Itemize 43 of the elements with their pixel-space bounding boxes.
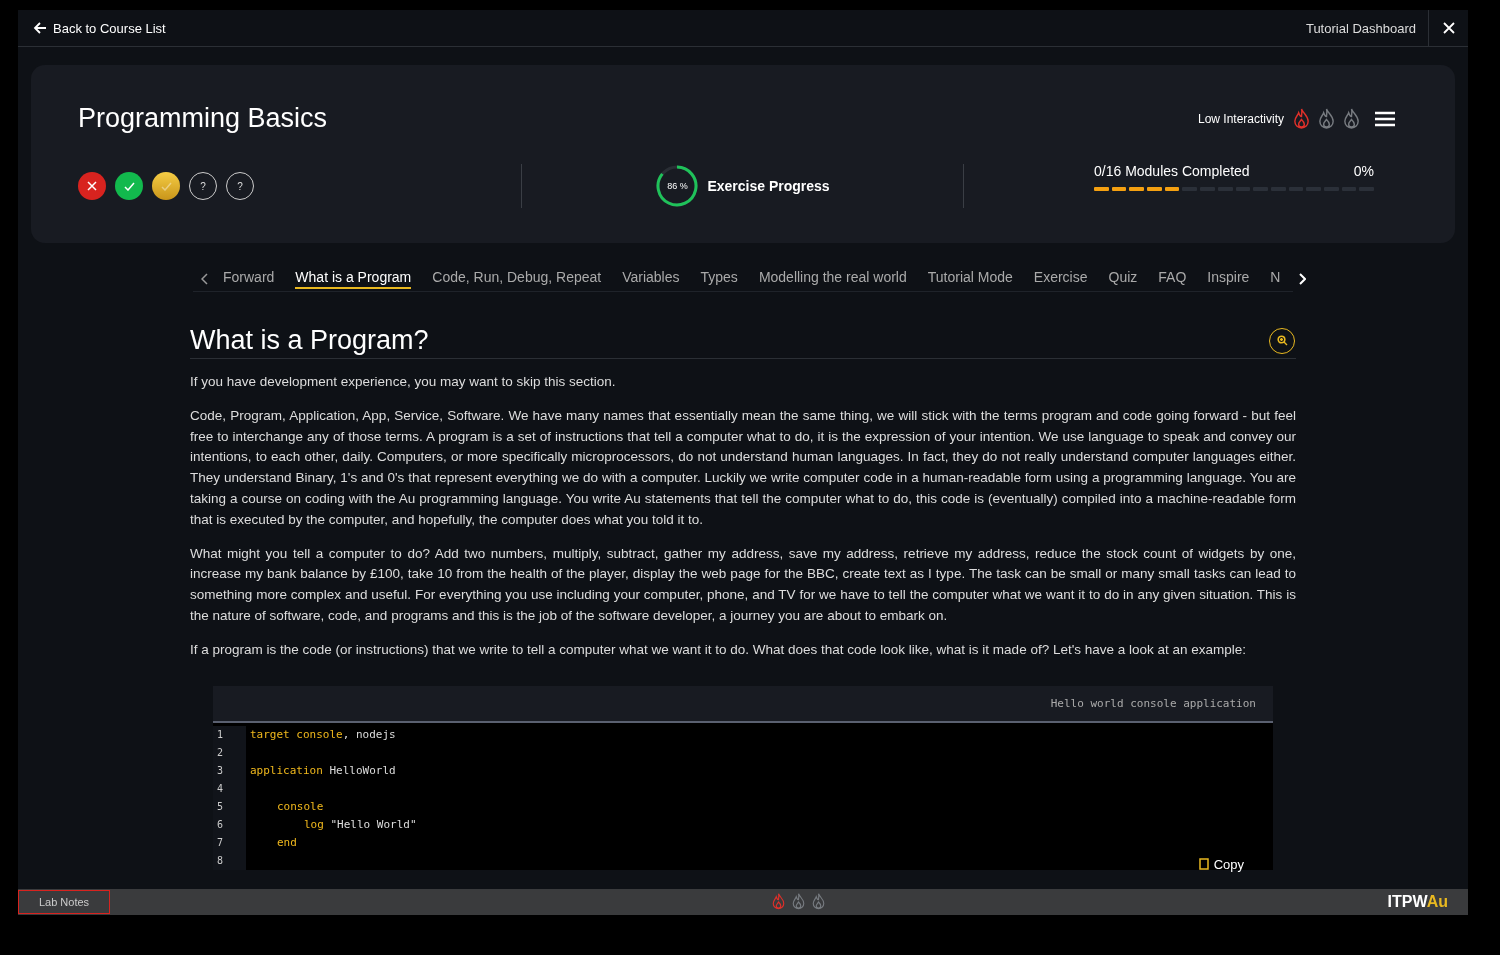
code-line: application HelloWorld bbox=[249, 764, 396, 778]
exercise-progress-ring bbox=[655, 164, 700, 208]
section-heading: What is a Program? bbox=[190, 325, 429, 356]
exercise-progress-label: Exercise Progress bbox=[707, 178, 830, 194]
section-tab[interactable]: N bbox=[1270, 269, 1281, 289]
copy-button[interactable]: Copy bbox=[1198, 856, 1244, 872]
interactivity-label: Low Interactivity bbox=[1197, 111, 1284, 126]
code-caption: Hello world console application bbox=[1050, 696, 1256, 710]
section-tab[interactable]: Forward bbox=[223, 269, 275, 289]
menu-icon bbox=[1375, 110, 1395, 127]
body-paragraph: If a program is the code (or instructions) that we write to tell a computer what we want it to do. What does that code look like, what is it made of? Let's have a look at an example: bbox=[190, 640, 1248, 659]
chevron-right-icon[interactable] bbox=[1298, 273, 1307, 285]
section-tab[interactable]: Types bbox=[700, 269, 738, 289]
zoom-icon bbox=[1276, 335, 1288, 346]
body-paragraph: If you have development experience, you may want to skip this section. bbox=[190, 373, 617, 391]
line-number: 1 bbox=[213, 725, 246, 744]
course-title: Programming Basics bbox=[78, 103, 328, 134]
section-tab[interactable]: FAQ bbox=[1158, 269, 1187, 289]
section-tab[interactable]: Code, Run, Debug, Repeat bbox=[432, 269, 602, 289]
modules-completed-label: 0/16 Modules Completed bbox=[1094, 163, 1250, 179]
section-tab[interactable]: Inspire bbox=[1207, 269, 1250, 289]
code-line: end bbox=[276, 836, 297, 850]
body-paragraph: Code, Program, Application, App, Service, Software. We have many names that essentially mean the same thing, we will stick with the terms program and code going forward - but feel free to interchange any of those terms. A program is a set of instructions that tell a computer what to do, it is the expression of your intention. We use language to speak and convey our intentions, to each other, daily. Computers, or more specifically microprocessors, do not understand human languages. In fact, they do not really understand computer languages either. They understand Binary, 1's and 0's that represent everything we do with a computer. Luckily we write computer code in a human-readable form using a programming language. You are taking a course on coding with the Au programming language. You write Au statements that tell the computer what to do, this code is (eventually) compiled into a machine-readable form that is executed by the computer, and hopefully, the computer does what you told it to. bbox=[190, 406, 1296, 529]
section-tab[interactable]: Quiz bbox=[1108, 269, 1138, 289]
back-arrow-icon bbox=[33, 21, 47, 35]
section-tab[interactable]: Variables bbox=[622, 269, 680, 289]
section-tab[interactable]: Tutorial Mode bbox=[927, 269, 1013, 289]
section-tab[interactable]: What is a Program bbox=[295, 269, 412, 289]
progress-percent: 86 % bbox=[667, 180, 688, 192]
body-paragraph: What might you tell a computer to do? Add two numbers, multiply, subtract, gather my address, save my address, retrieve my address, reduce the stock count of widgets by one, increase my bank balance by £100, take 10 from the health of the player, display the web page for the BBC, create text as I type. The task can be small or many small tasks can lead to something more complex and useful. For everything you use including your computer, phone, and TV for we have to tell the computer what we want it to do in any given situation. This is the nature of software, code, and programs and this is the job of the software developer, a journey you are about to embark on. bbox=[190, 544, 1296, 625]
chevron-left-icon[interactable] bbox=[201, 273, 209, 285]
lab-notes-button[interactable]: Lab Notes bbox=[18, 890, 110, 914]
code-line: log "Hello World" bbox=[303, 818, 417, 832]
copy-icon bbox=[1198, 858, 1209, 871]
close-icon bbox=[1442, 22, 1455, 34]
dashboard-link[interactable]: Tutorial Dashboard bbox=[1305, 20, 1428, 36]
itpwau-logo: ITPWAu bbox=[1387, 893, 1448, 911]
back-link[interactable]: Back to Course List bbox=[33, 20, 166, 36]
code-line: console bbox=[276, 800, 324, 814]
modules-percent: 0% bbox=[1353, 163, 1374, 179]
section-tab[interactable]: Modelling the real world bbox=[758, 269, 907, 289]
section-tab[interactable]: Exercise bbox=[1033, 269, 1088, 289]
code-line: target console, nodejs bbox=[249, 728, 396, 742]
